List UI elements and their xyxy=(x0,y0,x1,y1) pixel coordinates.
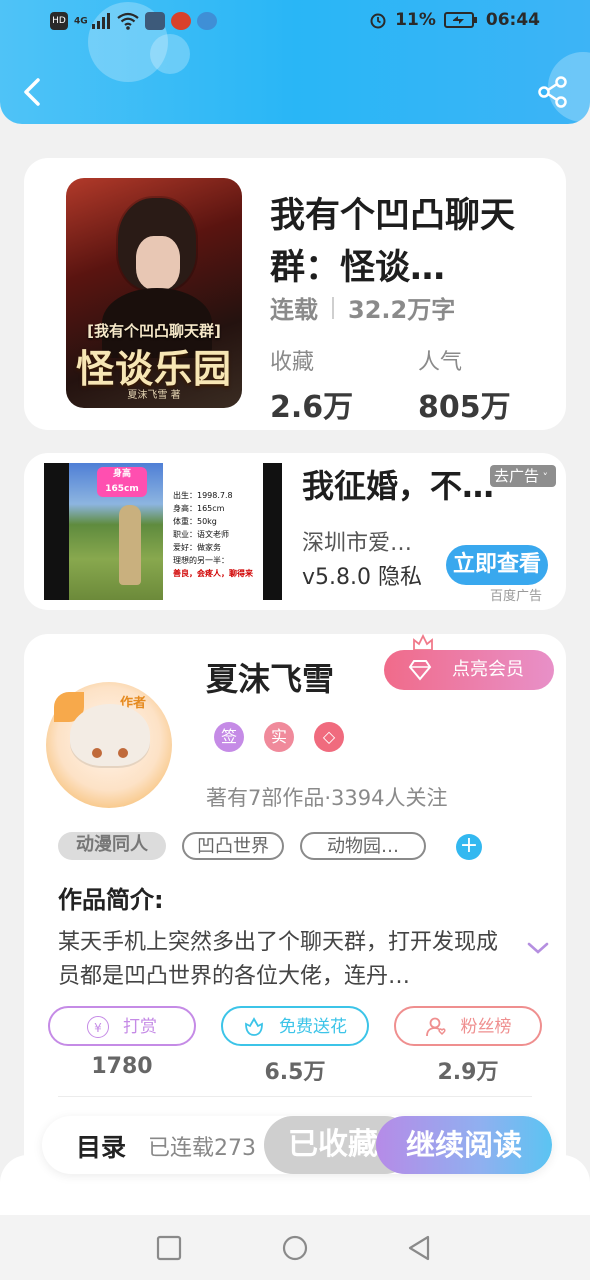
activate-vip-button[interactable]: 点亮会员 xyxy=(384,650,554,690)
author-works-info: 著有7部作品·3394人关注 xyxy=(206,786,448,810)
wifi-icon xyxy=(117,12,139,30)
send-flower-button[interactable]: 免费送花 xyxy=(221,1006,369,1046)
avatar-hair xyxy=(70,704,150,766)
tip-count: 1780 xyxy=(91,1054,153,1079)
book-title: 我有个凹凸聊天群：怪谈… xyxy=(270,196,516,288)
ad-image-tag: 身高165cm xyxy=(97,467,147,497)
remove-ad-button[interactable]: 去广告 ˅ xyxy=(490,465,556,487)
4g-signal-icon: 4G xyxy=(74,13,111,29)
popularity-value: 805万 xyxy=(418,390,511,425)
home-icon[interactable] xyxy=(282,1235,308,1261)
meta-divider xyxy=(332,296,334,319)
ad-image[interactable]: 身高165cm 出生：1998.7.8 身高：165cm 体重：50kg 职业：… xyxy=(44,463,282,600)
decor-bubble xyxy=(150,34,190,74)
toc-button[interactable]: 目录 xyxy=(76,1128,126,1164)
ad-version-privacy[interactable]: v5.8.0 隐私 xyxy=(302,559,422,591)
ad-card[interactable]: 身高165cm 出生：1998.7.8 身高：165cm 体重：50kg 职业：… xyxy=(24,453,566,610)
battery-icon xyxy=(443,12,477,28)
verified-badge: 实 xyxy=(264,722,294,752)
back-triangle-icon[interactable] xyxy=(406,1235,432,1261)
fan-user-icon xyxy=(425,1016,447,1038)
yen-coin-icon: ¥ xyxy=(87,1016,109,1038)
tag-chip[interactable]: 动漫同人 xyxy=(58,832,166,860)
favorites-label: 收藏 xyxy=(270,350,315,375)
cover-figure-face xyxy=(136,236,180,290)
tag-chip[interactable]: 动物园… xyxy=(300,832,426,860)
continue-reading-button[interactable]: 继续阅读 xyxy=(376,1116,552,1174)
chevron-left-icon xyxy=(24,78,40,106)
hd-icon: HD xyxy=(50,12,68,30)
status-bar: HD 4G 11% 06:44 xyxy=(0,8,590,38)
recent-apps-icon[interactable] xyxy=(156,1235,182,1261)
clock-time: 06:44 xyxy=(485,10,540,30)
intro-heading: 作品简介: xyxy=(58,886,164,914)
ad-view-now-button[interactable]: 立即查看 xyxy=(446,545,548,585)
ad-title[interactable]: 我征婚，不… xyxy=(302,461,492,507)
fan-count: 2.9万 xyxy=(437,1060,499,1085)
divider xyxy=(58,1096,532,1097)
popularity-label: 人气 xyxy=(418,350,463,375)
system-nav-bar xyxy=(0,1215,590,1280)
battery-percent: 11% xyxy=(395,10,436,30)
avatar-eye xyxy=(92,748,102,758)
ad-source-label: 百度广告 xyxy=(490,589,543,604)
book-cover[interactable]: [我有个凹凸聊天群] 怪谈乐园 夏沫飞雪 著 xyxy=(66,178,242,408)
ad-image-info: 出生：1998.7.8 身高：165cm 体重：50kg 职业：语文老师 爱好：… xyxy=(163,463,263,600)
diamond-icon xyxy=(408,660,432,681)
app-notification-icon-3 xyxy=(196,12,217,30)
reading-action-bar: 目录 已连载273 已收藏 继续阅读 xyxy=(42,1116,552,1174)
ad-photo: 身高165cm xyxy=(69,463,163,600)
flower-icon xyxy=(243,1016,265,1038)
share-icon xyxy=(538,76,567,108)
add-tag-button[interactable]: + xyxy=(456,834,482,860)
intro-text[interactable]: 某天手机上突然多出了个聊天群，打开发现成员都是凹凸世界的各位大佬，连丹… xyxy=(58,926,508,994)
alarm-icon xyxy=(370,13,386,29)
cover-author: 夏沫飞雪 著 xyxy=(127,390,181,401)
favorites-value: 2.6万 xyxy=(270,390,354,425)
fan-ranking-button[interactable]: 粉丝榜 xyxy=(394,1006,542,1046)
book-info-card: [我有个凹凸聊天群] 怪谈乐园 夏沫飞雪 著 我有个凹凸聊天群：怪谈… 连载 3… xyxy=(24,158,566,430)
app-notification-icon xyxy=(144,12,165,30)
vip-diamond-badge: ◇ xyxy=(314,722,344,752)
author-card: 作者 夏沫飞雪 点亮会员 签 实 ◇ 著有7部作品·3394人关注 动漫同人 凹… xyxy=(24,634,566,1194)
author-name[interactable]: 夏沫飞雪 xyxy=(206,654,334,700)
share-button[interactable] xyxy=(536,74,570,110)
book-meta: 连载 32.2万字 xyxy=(270,290,455,325)
back-button[interactable] xyxy=(18,74,50,110)
tip-button[interactable]: ¥ 打赏 xyxy=(48,1006,196,1046)
chapter-count[interactable]: 已连载273 xyxy=(148,1130,278,1162)
book-status: 连载 xyxy=(270,296,318,324)
word-count: 32.2万字 xyxy=(348,296,456,324)
chevron-down-icon[interactable] xyxy=(526,938,550,958)
avatar-eye xyxy=(118,748,128,758)
chevron-down-icon: ˅ xyxy=(539,471,549,484)
signed-badge: 签 xyxy=(214,722,244,752)
cover-title: 怪谈乐园 xyxy=(75,347,232,391)
author-avatar[interactable]: 作者 xyxy=(46,682,172,808)
top-header: HD 4G 11% 06:44 xyxy=(0,0,590,124)
tag-chip[interactable]: 凹凸世界 xyxy=(182,832,284,860)
flower-count: 6.5万 xyxy=(264,1060,326,1085)
ad-company: 深圳市爱… xyxy=(302,531,413,556)
app-notification-icon-2 xyxy=(170,12,191,30)
ad-photo-person xyxy=(119,505,141,585)
